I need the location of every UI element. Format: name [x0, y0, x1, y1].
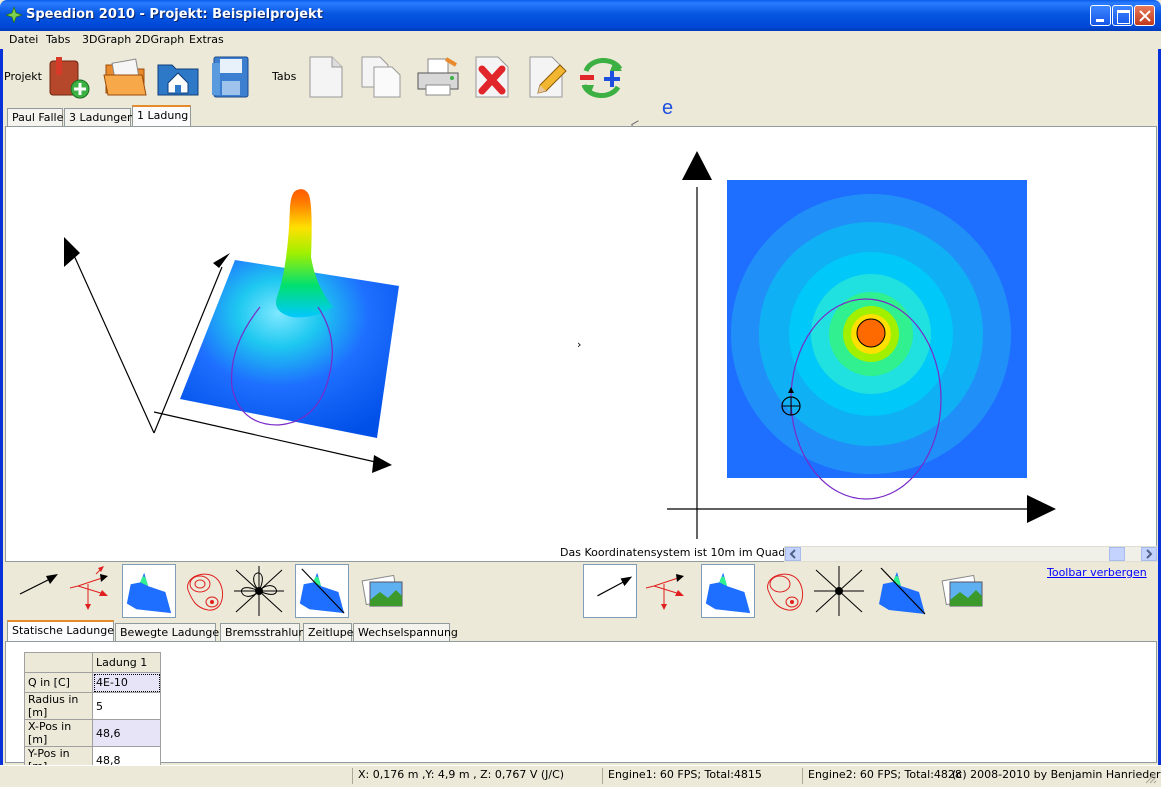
window-frame-left: [0, 31, 3, 787]
surface-3d-icon-2: [705, 572, 751, 614]
grid-corner: [24, 652, 93, 673]
surface-3d-button[interactable]: [122, 564, 176, 618]
surface-cut-icon: [299, 568, 345, 614]
2d-graph-view[interactable]: [583, 147, 1140, 542]
menu-datei[interactable]: Datei: [9, 33, 38, 46]
grid-row-label: Q in [C]: [24, 672, 93, 693]
grid-cell-radius[interactable]: 5: [92, 692, 161, 720]
home-folder-icon[interactable]: [154, 53, 202, 101]
scroll-left-icon: [789, 549, 796, 559]
close-icon: [1139, 10, 1151, 22]
surface-3d-icon: [126, 572, 172, 614]
menu-extras[interactable]: Extras: [189, 33, 224, 46]
open-folder-icon[interactable]: [102, 53, 150, 101]
status-copyright: (c) 2008-2010 by Benjamin Hanrieder: [952, 768, 1161, 781]
app-icon: [6, 7, 22, 23]
grid-row-label: Radius in [m]: [24, 692, 93, 720]
title-bar[interactable]: Speedion 2010 - Projekt: Beispielprojekt: [0, 0, 1161, 31]
close-tab-icon[interactable]: [468, 53, 516, 101]
horizontal-scrollbar[interactable]: [784, 546, 1158, 562]
bottom-panel: [5, 641, 1157, 763]
new-project-icon[interactable]: [46, 53, 94, 101]
edit-tab-icon[interactable]: [522, 53, 570, 101]
minimize-button[interactable]: [1090, 5, 1111, 26]
menu-tabs[interactable]: Tabs: [46, 33, 70, 46]
tab-paul-falle[interactable]: Paul Falle: [7, 108, 63, 126]
coordinate-info: Das Koordinatensystem ist 10m im Quadrat: [560, 546, 801, 559]
maximize-button[interactable]: [1112, 5, 1133, 26]
grid-column-header[interactable]: Ladung 1: [92, 652, 161, 673]
tab-bewegte-ladungen[interactable]: Bewegte Ladungen: [115, 623, 226, 641]
contour-lines-icon-2[interactable]: [758, 564, 812, 618]
toolbar-hide-link[interactable]: Toolbar verbergen: [1047, 566, 1147, 579]
close-button[interactable]: [1134, 5, 1155, 26]
projekt-label: Projekt: [4, 70, 42, 83]
menu-bar: Datei Tabs 3DGraph 2DGraph Extras: [0, 31, 1161, 49]
resize-grip-icon[interactable]: [1145, 772, 1157, 784]
image-export-icon-2[interactable]: [936, 564, 990, 618]
arrow-vector-button-2[interactable]: [583, 564, 637, 618]
menu-2dgraph[interactable]: 2DGraph: [135, 33, 184, 46]
status-engine2: Engine2: 60 FPS; Total:4828: [802, 768, 962, 784]
e-glyph: e: [662, 97, 674, 119]
3d-graph-view[interactable]: [20, 147, 576, 542]
toolbar: Projekt Tabs e: [0, 49, 1161, 160]
window-title: Speedion 2010 - Projekt: Beispielprojekt: [26, 7, 323, 22]
print-icon[interactable]: [414, 53, 462, 101]
tab-bremsstrahlung[interactable]: Bremsstrahlung: [220, 623, 312, 641]
surface-3d-button-2[interactable]: [701, 564, 755, 618]
grid-cell-charge[interactable]: 4E-10: [92, 672, 161, 693]
duplicate-tab-icon[interactable]: [358, 53, 406, 101]
charge-properties-grid: Ladung 1 Q in [C] 4E-10 Radius in [m] 5 …: [24, 652, 161, 774]
tab-zeitlupe[interactable]: Zeitlupe: [303, 623, 353, 641]
tab-statische-ladungen[interactable]: Statische Ladungen: [7, 620, 121, 642]
scroll-right-icon: [1146, 549, 1153, 559]
image-export-icon[interactable]: [356, 564, 410, 618]
scroll-thumb[interactable]: [1109, 547, 1125, 561]
force-vectors-icon[interactable]: [64, 564, 118, 618]
menu-3dgraph[interactable]: 3DGraph: [82, 33, 131, 46]
grid-row-label: X-Pos in [m]: [24, 719, 93, 747]
field-lines-icon[interactable]: [232, 564, 286, 618]
splitter-arrow-icon[interactable]: ›: [577, 338, 581, 351]
status-coordinates: X: 0,176 m ,Y: 4,9 m , Z: 0,767 V (J/C): [352, 768, 564, 784]
surface-cut-button[interactable]: [295, 564, 349, 618]
tab-1-ladung[interactable]: 1 Ladung: [132, 105, 191, 127]
scroll-left-button[interactable]: [785, 547, 801, 561]
force-vectors-icon-2[interactable]: [640, 564, 694, 618]
tabs-label: Tabs: [272, 70, 297, 83]
contour-lines-icon[interactable]: [178, 564, 232, 618]
grid-cell-xpos[interactable]: 48,6: [92, 719, 161, 747]
surface-cut-icon-2[interactable]: [875, 564, 929, 618]
status-engine1: Engine1: 60 FPS; Total:4815: [602, 768, 762, 784]
arrow-vector-icon-2: [597, 576, 633, 597]
tab-3-ladungen[interactable]: 3 Ladungen: [64, 108, 134, 126]
new-tab-icon[interactable]: [302, 53, 350, 101]
refresh-charge-icon[interactable]: [578, 53, 626, 101]
arrow-vector-icon[interactable]: [14, 564, 68, 618]
save-icon[interactable]: [208, 53, 256, 101]
field-lines-icon-2[interactable]: [812, 564, 866, 618]
scroll-right-button[interactable]: [1141, 547, 1157, 561]
tab-wechselspannung[interactable]: Wechselspannung: [353, 623, 458, 641]
